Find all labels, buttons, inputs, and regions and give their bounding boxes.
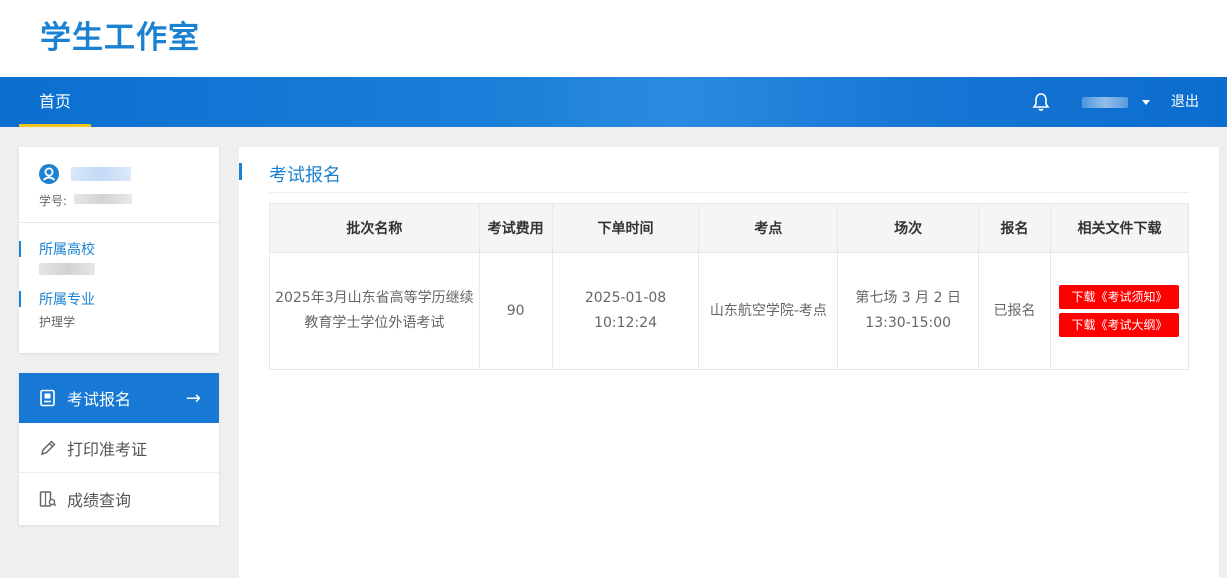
- exam-site-cell: 山东航空学院-考点: [698, 252, 839, 370]
- major-marker: [19, 291, 21, 307]
- column-header: 场次: [837, 203, 980, 253]
- school-marker: [19, 241, 21, 257]
- arrow-right-icon: →: [185, 388, 201, 409]
- profile-card: 学号: 所属高校 所属专业 护理学: [19, 147, 219, 353]
- download-notice-button[interactable]: 下载《考试须知》: [1059, 285, 1180, 309]
- nav-home-tab[interactable]: 首页: [19, 77, 91, 127]
- top-header: 学生工作室: [0, 0, 1227, 77]
- session-line2: 13:30-15:00: [865, 315, 952, 331]
- menu-label: 成绩查询: [67, 491, 132, 510]
- column-header: 报名: [978, 203, 1051, 253]
- column-header: 相关文件下载: [1049, 203, 1190, 253]
- section-marker: [239, 163, 242, 180]
- chevron-down-icon[interactable]: [1142, 100, 1150, 105]
- column-header: 批次名称: [269, 203, 480, 253]
- pencil-icon: [40, 439, 56, 455]
- student-name-redacted: [71, 167, 131, 181]
- nav-active-indicator: [19, 124, 91, 127]
- session-line1: 第七场 3 月 2 日: [855, 290, 961, 306]
- column-header: 考点: [698, 203, 839, 253]
- section-divider: [269, 192, 1189, 193]
- student-id-label: 学号:: [39, 194, 68, 208]
- order-time-cell: 2025-01-08 10:12:24: [551, 252, 700, 370]
- menu-item-exam-register[interactable]: 考试报名 →: [19, 373, 219, 423]
- table-row: 2025年3月山东省高等学历继续 教育学士学位外语考试 90 2025-01-0…: [269, 252, 1190, 370]
- batch-name-line2: 教育学士学位外语考试: [304, 315, 445, 331]
- menu-item-score-query[interactable]: 成绩查询: [19, 474, 219, 524]
- user-avatar-icon: [39, 164, 59, 184]
- major-label: 所属专业: [39, 292, 95, 308]
- side-menu: 考试报名 → 打印准考证 成绩查询: [19, 373, 219, 525]
- status-cell: 已报名: [978, 252, 1051, 370]
- bell-icon[interactable]: [1032, 92, 1050, 112]
- score-search-icon: [39, 491, 57, 507]
- section-title: 考试报名: [269, 165, 341, 186]
- main-panel: 考试报名 批次名称 考试费用 下单时间 考点 场次 报名 相关文件下载 2025…: [239, 147, 1219, 578]
- batch-name-line1: 2025年3月山东省高等学历继续: [275, 290, 474, 306]
- menu-label: 考试报名: [67, 390, 132, 409]
- menu-item-print-ticket[interactable]: 打印准考证: [19, 423, 219, 473]
- nav-home-label: 首页: [38, 92, 71, 111]
- student-id-redacted: [74, 194, 132, 204]
- site-logo: 学生工作室: [40, 20, 200, 56]
- column-header: 下单时间: [551, 203, 700, 253]
- school-value-redacted: [39, 263, 95, 275]
- session-cell: 第七场 3 月 2 日 13:30-15:00: [837, 252, 980, 370]
- download-syllabus-button[interactable]: 下载《考试大纲》: [1059, 313, 1180, 337]
- register-icon: [40, 389, 55, 407]
- downloads-cell: 下载《考试须知》 下载《考试大纲》: [1049, 252, 1190, 370]
- menu-label: 打印准考证: [67, 439, 148, 459]
- batch-name-cell: 2025年3月山东省高等学历继续 教育学士学位外语考试: [269, 252, 480, 370]
- main-navbar: 首页 退出: [0, 77, 1227, 127]
- school-label: 所属高校: [39, 242, 95, 258]
- fee-cell: 90: [478, 252, 553, 370]
- logout-link[interactable]: 退出: [1171, 77, 1199, 127]
- profile-divider: [19, 222, 219, 223]
- registration-table: 批次名称 考试费用 下单时间 考点 场次 报名 相关文件下载 2025年3月山东…: [269, 203, 1190, 370]
- user-name-redacted[interactable]: [1082, 97, 1128, 108]
- major-value: 护理学: [39, 315, 76, 329]
- table-header-row: 批次名称 考试费用 下单时间 考点 场次 报名 相关文件下载: [269, 203, 1190, 253]
- column-header: 考试费用: [478, 203, 553, 253]
